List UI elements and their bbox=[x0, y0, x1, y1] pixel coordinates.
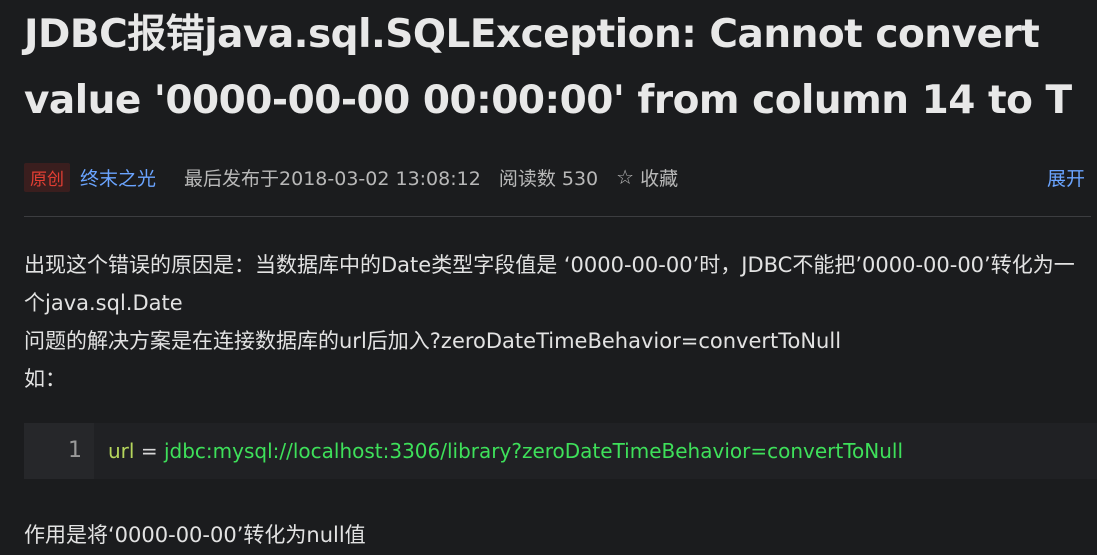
expand-button[interactable]: 展开 bbox=[1047, 164, 1085, 191]
code-variable: url bbox=[108, 439, 135, 463]
paragraph-effect: 作用是将‘0000-00-00’转化为null值 bbox=[24, 523, 366, 547]
article-meta-bar: 原创 终末之光 最后发布于2018-03-02 13:08:12 阅读数 530… bbox=[24, 160, 1085, 194]
read-count: 阅读数 530 bbox=[498, 167, 599, 190]
star-outline-icon: ☆ bbox=[616, 165, 635, 189]
meta-divider bbox=[24, 216, 1091, 217]
publish-date: 最后发布于2018-03-02 13:08:12 bbox=[184, 167, 481, 190]
author-link[interactable]: 终末之光 bbox=[80, 164, 156, 191]
code-line-number: 1 bbox=[24, 423, 94, 479]
paragraph-cause: 出现这个错误的原因是：当数据库中的Date类型字段值是 ‘0000-00-00’… bbox=[24, 253, 1075, 315]
original-badge: 原创 bbox=[24, 162, 70, 192]
paragraph-example-intro: 如： bbox=[24, 367, 66, 391]
paragraph-solution: 问题的解决方案是在连接数据库的url后加入?zeroDateTimeBehavi… bbox=[24, 329, 842, 353]
code-operator: = bbox=[134, 439, 164, 463]
favorite-label: 收藏 bbox=[640, 167, 679, 190]
article-page: JDBC报错java.sql.SQLException: Cannot conv… bbox=[0, 0, 1097, 555]
code-line: url = jdbc:mysql://localhost:3306/librar… bbox=[94, 439, 903, 463]
code-string: jdbc:mysql://localhost:3306/library?zero… bbox=[163, 439, 904, 463]
code-block[interactable]: 1 url = jdbc:mysql://localhost:3306/libr… bbox=[24, 423, 1097, 479]
article-body: 出现这个错误的原因是：当数据库中的Date类型字段值是 ‘0000-00-00’… bbox=[24, 246, 1089, 398]
favorite-button[interactable]: ☆ 收藏 bbox=[616, 164, 678, 191]
article-title: JDBC报错java.sql.SQLException: Cannot conv… bbox=[24, 12, 1072, 123]
